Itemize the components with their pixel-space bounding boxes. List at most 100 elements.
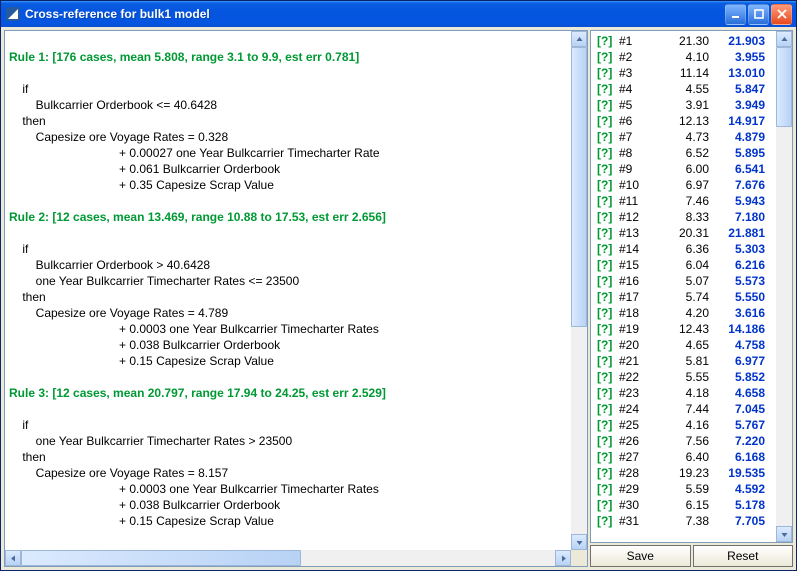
explain-link[interactable]: [?]: [597, 337, 619, 353]
actual-value: 20.31: [657, 225, 709, 241]
case-id: #6: [619, 113, 657, 129]
case-row: [?]#44.555.847: [597, 81, 776, 97]
explain-link[interactable]: [?]: [597, 353, 619, 369]
case-id: #10: [619, 177, 657, 193]
explain-link[interactable]: [?]: [597, 129, 619, 145]
maximize-button[interactable]: [748, 4, 769, 25]
rules-vertical-scrollbar[interactable]: [571, 31, 587, 550]
explain-link[interactable]: [?]: [597, 177, 619, 193]
explain-link[interactable]: [?]: [597, 305, 619, 321]
explain-link[interactable]: [?]: [597, 401, 619, 417]
scroll-thumb[interactable]: [776, 47, 792, 127]
case-id: #29: [619, 481, 657, 497]
case-id: #27: [619, 449, 657, 465]
scroll-thumb[interactable]: [571, 47, 587, 327]
condition-line: one Year Bulkcarrier Timecharter Rates <…: [36, 274, 299, 288]
explain-link[interactable]: [?]: [597, 225, 619, 241]
actual-value: 21.30: [657, 33, 709, 49]
rule-header: Rule 2: [12 cases, mean 13.469, range 10…: [9, 210, 386, 224]
predicted-value: 7.180: [709, 209, 765, 225]
explain-link[interactable]: [?]: [597, 113, 619, 129]
case-row: [?]#276.406.168: [597, 449, 776, 465]
explain-link[interactable]: [?]: [597, 65, 619, 81]
condition-line: Bulkcarrier Orderbook <= 40.6428: [36, 98, 217, 112]
explain-link[interactable]: [?]: [597, 321, 619, 337]
rules-column: Rule 1: [176 cases, mean 5.808, range 3.…: [4, 30, 588, 567]
minimize-button[interactable]: [725, 4, 746, 25]
case-id: #28: [619, 465, 657, 481]
window-title: Cross-reference for bulk1 model: [25, 7, 725, 21]
actual-value: 4.73: [657, 129, 709, 145]
predicted-value: 5.943: [709, 193, 765, 209]
actual-value: 7.44: [657, 401, 709, 417]
actual-value: 4.55: [657, 81, 709, 97]
case-row: [?]#204.654.758: [597, 337, 776, 353]
explain-link[interactable]: [?]: [597, 417, 619, 433]
term-line: + 0.00027 one Year Bulkcarrier Timechart…: [119, 146, 379, 160]
explain-link[interactable]: [?]: [597, 257, 619, 273]
scroll-thumb[interactable]: [21, 550, 301, 566]
explain-link[interactable]: [?]: [597, 161, 619, 177]
actual-value: 7.56: [657, 433, 709, 449]
then-keyword: then: [22, 114, 45, 128]
term-line: + 0.038 Bulkcarrier Orderbook: [119, 498, 280, 512]
predicted-value: 21.903: [709, 33, 765, 49]
term-line: + 0.038 Bulkcarrier Orderbook: [119, 338, 280, 352]
case-id: #26: [619, 433, 657, 449]
actual-value: 4.16: [657, 417, 709, 433]
case-id: #7: [619, 129, 657, 145]
explain-link[interactable]: [?]: [597, 289, 619, 305]
explain-link[interactable]: [?]: [597, 193, 619, 209]
actual-value: 6.36: [657, 241, 709, 257]
predicted-value: 4.592: [709, 481, 765, 497]
predicted-value: 5.550: [709, 289, 765, 305]
actual-value: 5.59: [657, 481, 709, 497]
scroll-down-button[interactable]: [571, 534, 587, 550]
save-button[interactable]: Save: [590, 545, 691, 567]
explain-link[interactable]: [?]: [597, 241, 619, 257]
case-row: [?]#121.3021.903: [597, 33, 776, 49]
scroll-up-button[interactable]: [776, 31, 792, 47]
explain-link[interactable]: [?]: [597, 449, 619, 465]
cases-list[interactable]: [?]#121.3021.903[?]#24.103.955[?]#311.14…: [591, 31, 792, 542]
scroll-up-button[interactable]: [571, 31, 587, 47]
actual-value: 4.20: [657, 305, 709, 321]
explain-link[interactable]: [?]: [597, 385, 619, 401]
predicted-value: 7.705: [709, 513, 765, 529]
rule-header: Rule 1: [176 cases, mean 5.808, range 3.…: [9, 50, 359, 64]
actual-value: 4.18: [657, 385, 709, 401]
explain-link[interactable]: [?]: [597, 465, 619, 481]
explain-link[interactable]: [?]: [597, 369, 619, 385]
case-row: [?]#184.203.616: [597, 305, 776, 321]
scroll-left-button[interactable]: [5, 550, 21, 566]
explain-link[interactable]: [?]: [597, 513, 619, 529]
close-button[interactable]: [771, 4, 792, 25]
predicted-value: 5.847: [709, 81, 765, 97]
explain-link[interactable]: [?]: [597, 481, 619, 497]
explain-link[interactable]: [?]: [597, 49, 619, 65]
scroll-right-button[interactable]: [555, 550, 571, 566]
cases-column: [?]#121.3021.903[?]#24.103.955[?]#311.14…: [590, 30, 793, 567]
explain-link[interactable]: [?]: [597, 145, 619, 161]
predicted-value: 5.303: [709, 241, 765, 257]
predicted-value: 21.881: [709, 225, 765, 241]
predicted-value: 6.216: [709, 257, 765, 273]
case-row: [?]#215.816.977: [597, 353, 776, 369]
cases-vertical-scrollbar[interactable]: [776, 31, 792, 542]
reset-button[interactable]: Reset: [693, 545, 794, 567]
scroll-down-button[interactable]: [776, 526, 792, 542]
case-row: [?]#96.006.541: [597, 161, 776, 177]
case-id: #8: [619, 145, 657, 161]
actual-value: 6.40: [657, 449, 709, 465]
rules-text[interactable]: Rule 1: [176 cases, mean 5.808, range 3.…: [5, 31, 587, 566]
explain-link[interactable]: [?]: [597, 33, 619, 49]
explain-link[interactable]: [?]: [597, 209, 619, 225]
actual-value: 5.81: [657, 353, 709, 369]
explain-link[interactable]: [?]: [597, 497, 619, 513]
explain-link[interactable]: [?]: [597, 273, 619, 289]
explain-link[interactable]: [?]: [597, 97, 619, 113]
explain-link[interactable]: [?]: [597, 81, 619, 97]
rules-horizontal-scrollbar[interactable]: [5, 550, 571, 566]
explain-link[interactable]: [?]: [597, 433, 619, 449]
title-bar[interactable]: Cross-reference for bulk1 model: [1, 1, 796, 27]
